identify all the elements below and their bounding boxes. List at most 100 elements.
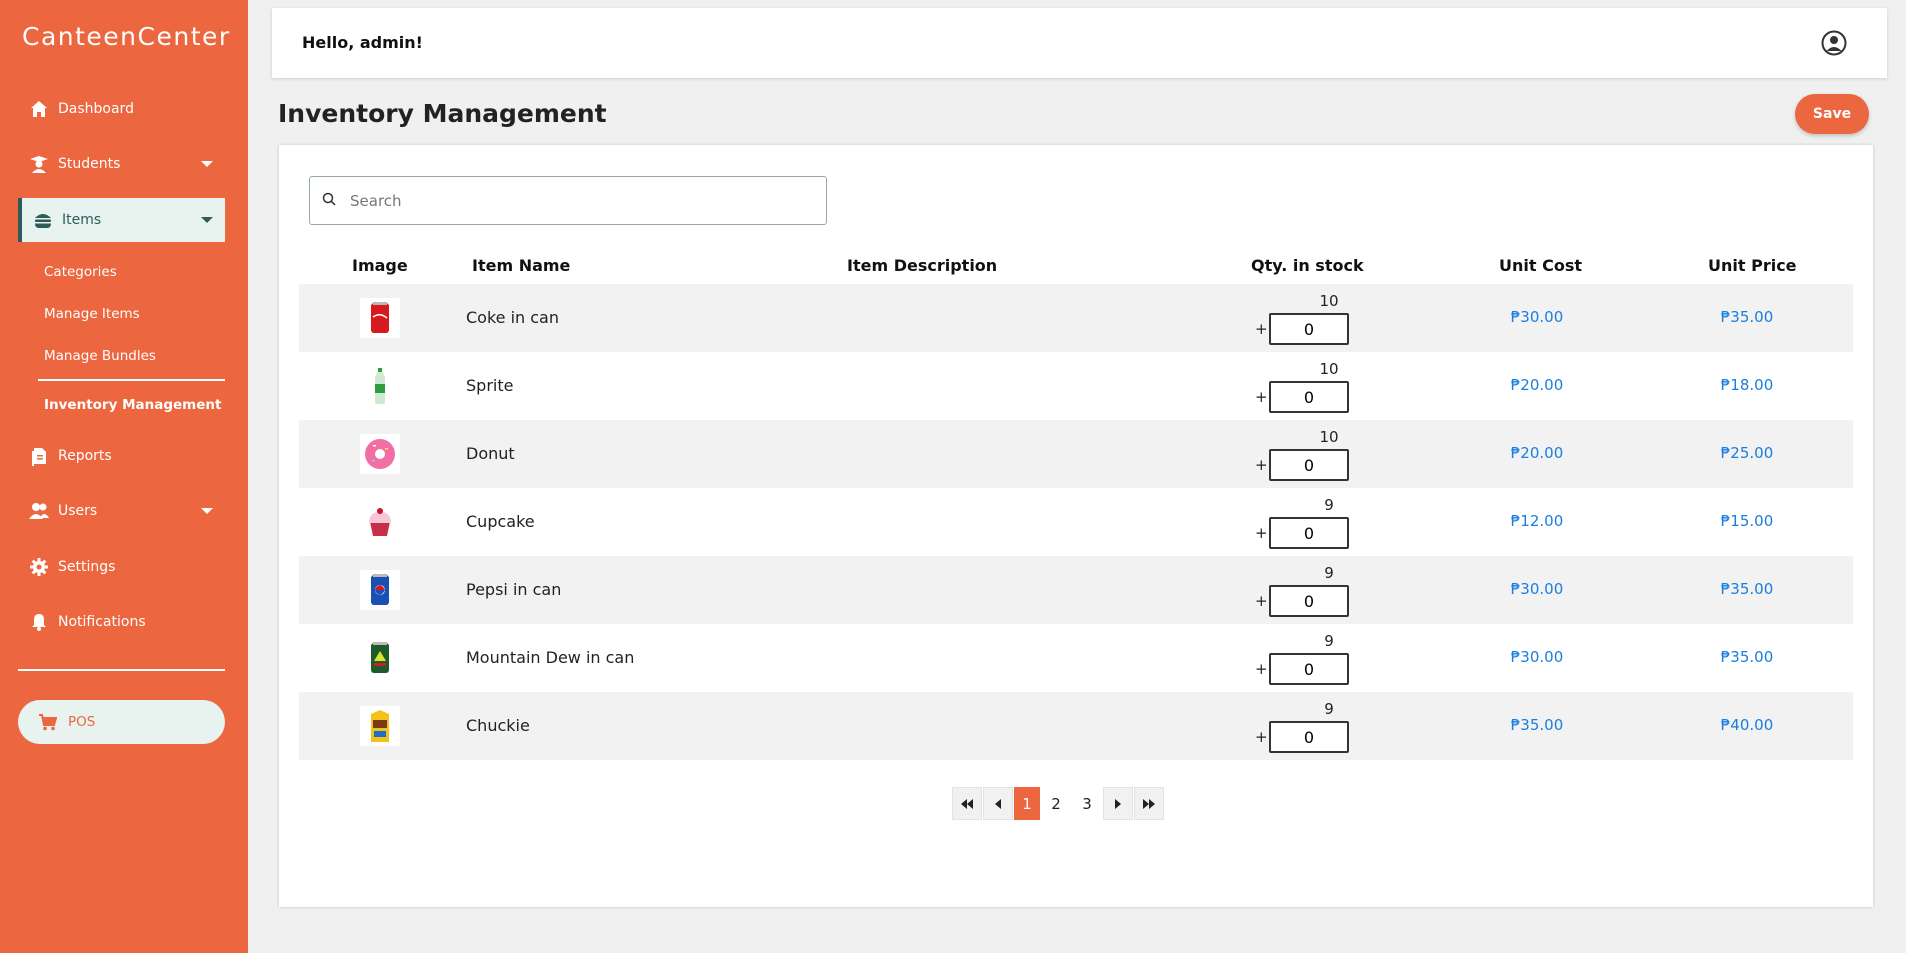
student-icon: [28, 153, 50, 175]
pagination: 1 2 3: [952, 787, 1164, 820]
chevron-right-icon: [1115, 795, 1121, 813]
qty-in-stock: 9: [1324, 564, 1334, 582]
unit-cost: ₱30.00: [1510, 308, 1564, 326]
unit-cost: ₱30.00: [1510, 580, 1564, 598]
qty-add-input[interactable]: [1269, 381, 1349, 413]
unit-cost: ₱20.00: [1510, 376, 1564, 394]
chevron-left-icon: [995, 795, 1001, 813]
plus-label: +: [1255, 456, 1268, 474]
qty-in-stock: 10: [1319, 292, 1339, 310]
item-name: Chuckie: [466, 716, 530, 735]
pos-button[interactable]: POS: [18, 700, 225, 744]
sidebar-item-label: Users: [58, 503, 98, 519]
qty-add-input[interactable]: [1269, 313, 1349, 345]
column-header-qty: Qty. in stock: [1251, 256, 1364, 275]
item-image: [360, 366, 400, 406]
chevron-down-icon: [201, 161, 213, 167]
double-chevron-right-icon: [1143, 795, 1155, 813]
item-name: Sprite: [466, 376, 514, 395]
plus-label: +: [1255, 592, 1268, 610]
sidebar-item-settings[interactable]: Settings: [18, 545, 225, 589]
column-header-item-description: Item Description: [847, 256, 998, 275]
page-button-1[interactable]: 1: [1014, 787, 1040, 820]
column-header-unit-price: Unit Price: [1708, 256, 1797, 275]
table-row: Coke in can 10 + ₱30.00 ₱35.00: [299, 284, 1853, 352]
plus-label: +: [1255, 524, 1268, 542]
unit-cost: ₱20.00: [1510, 444, 1564, 462]
qty-add-input[interactable]: [1269, 585, 1349, 617]
table-row: Sprite 10 + ₱20.00 ₱18.00: [299, 352, 1853, 420]
bell-icon: [28, 611, 50, 633]
sidebar-item-users[interactable]: Users: [18, 489, 225, 533]
table-row: Cupcake 9 + ₱12.00 ₱15.00: [299, 488, 1853, 556]
next-page-button[interactable]: [1103, 787, 1133, 820]
burger-icon: [32, 209, 54, 231]
plus-label: +: [1255, 388, 1268, 406]
plus-label: +: [1255, 728, 1268, 746]
sidebar-item-label: Dashboard: [58, 101, 134, 117]
plus-label: +: [1255, 660, 1268, 678]
item-name: Donut: [466, 444, 515, 463]
sub-item-inventory-management[interactable]: Inventory Management: [44, 397, 221, 413]
table-row: Donut 10 + ₱20.00 ₱25.00: [299, 420, 1853, 488]
unit-price: ₱40.00: [1720, 716, 1774, 734]
document-icon: [28, 445, 50, 467]
top-header: Hello, admin!: [272, 8, 1887, 78]
users-icon: [28, 500, 50, 522]
divider: [38, 379, 225, 381]
sidebar-item-label: Items: [62, 212, 102, 228]
table-body: Coke in can 10 + ₱30.00 ₱35.00 Sprite 10…: [299, 284, 1853, 760]
item-image: [360, 298, 400, 338]
qty-add-input[interactable]: [1269, 653, 1349, 685]
sidebar-item-notifications[interactable]: Notifications: [18, 600, 225, 644]
column-header-unit-cost: Unit Cost: [1499, 256, 1582, 275]
item-name: Pepsi in can: [466, 580, 562, 599]
search-box[interactable]: [309, 176, 827, 225]
save-button[interactable]: Save: [1795, 94, 1869, 134]
page-button-3[interactable]: 3: [1072, 787, 1102, 820]
table-row: Mountain Dew in can 9 + ₱30.00 ₱35.00: [299, 624, 1853, 692]
unit-price: ₱25.00: [1720, 444, 1774, 462]
double-chevron-left-icon: [961, 795, 973, 813]
table-row: Chuckie 9 + ₱35.00 ₱40.00: [299, 692, 1853, 760]
first-page-button[interactable]: [952, 787, 982, 820]
qty-add-input[interactable]: [1269, 721, 1349, 753]
unit-price: ₱18.00: [1720, 376, 1774, 394]
unit-cost: ₱35.00: [1510, 716, 1564, 734]
column-header-item-name: Item Name: [472, 256, 571, 275]
brand-logo: CanteenCenter: [22, 22, 231, 51]
sidebar-item-students[interactable]: Students: [18, 142, 225, 186]
cart-icon: [38, 713, 58, 731]
item-name: Coke in can: [466, 308, 559, 327]
qty-in-stock: 9: [1324, 632, 1334, 650]
search-input[interactable]: [350, 191, 790, 210]
item-image: [360, 638, 400, 678]
unit-cost: ₱12.00: [1510, 512, 1564, 530]
qty-add-input[interactable]: [1269, 517, 1349, 549]
qty-in-stock: 9: [1324, 496, 1334, 514]
page-button-2[interactable]: 2: [1041, 787, 1071, 820]
unit-price: ₱35.00: [1720, 308, 1774, 326]
user-avatar-icon[interactable]: [1821, 30, 1847, 56]
qty-in-stock: 10: [1319, 360, 1339, 378]
sidebar: CanteenCenter Dashboard Students Items C…: [0, 0, 248, 953]
sub-item-manage-bundles[interactable]: Manage Bundles: [44, 348, 156, 364]
pos-label: POS: [68, 714, 96, 730]
column-header-image: Image: [352, 256, 408, 275]
last-page-button[interactable]: [1134, 787, 1164, 820]
prev-page-button[interactable]: [983, 787, 1013, 820]
item-image: [360, 434, 400, 474]
page-title: Inventory Management: [278, 99, 607, 128]
sub-item-categories[interactable]: Categories: [44, 264, 117, 280]
plus-label: +: [1255, 320, 1268, 338]
sidebar-item-items[interactable]: Items: [18, 198, 225, 242]
sidebar-item-reports[interactable]: Reports: [18, 434, 225, 478]
home-icon: [28, 98, 50, 120]
sidebar-item-dashboard[interactable]: Dashboard: [18, 87, 225, 131]
sidebar-item-label: Students: [58, 156, 121, 172]
search-icon: [322, 191, 336, 210]
qty-add-input[interactable]: [1269, 449, 1349, 481]
sub-item-manage-items[interactable]: Manage Items: [44, 306, 140, 322]
unit-price: ₱35.00: [1720, 648, 1774, 666]
item-image: [360, 502, 400, 542]
